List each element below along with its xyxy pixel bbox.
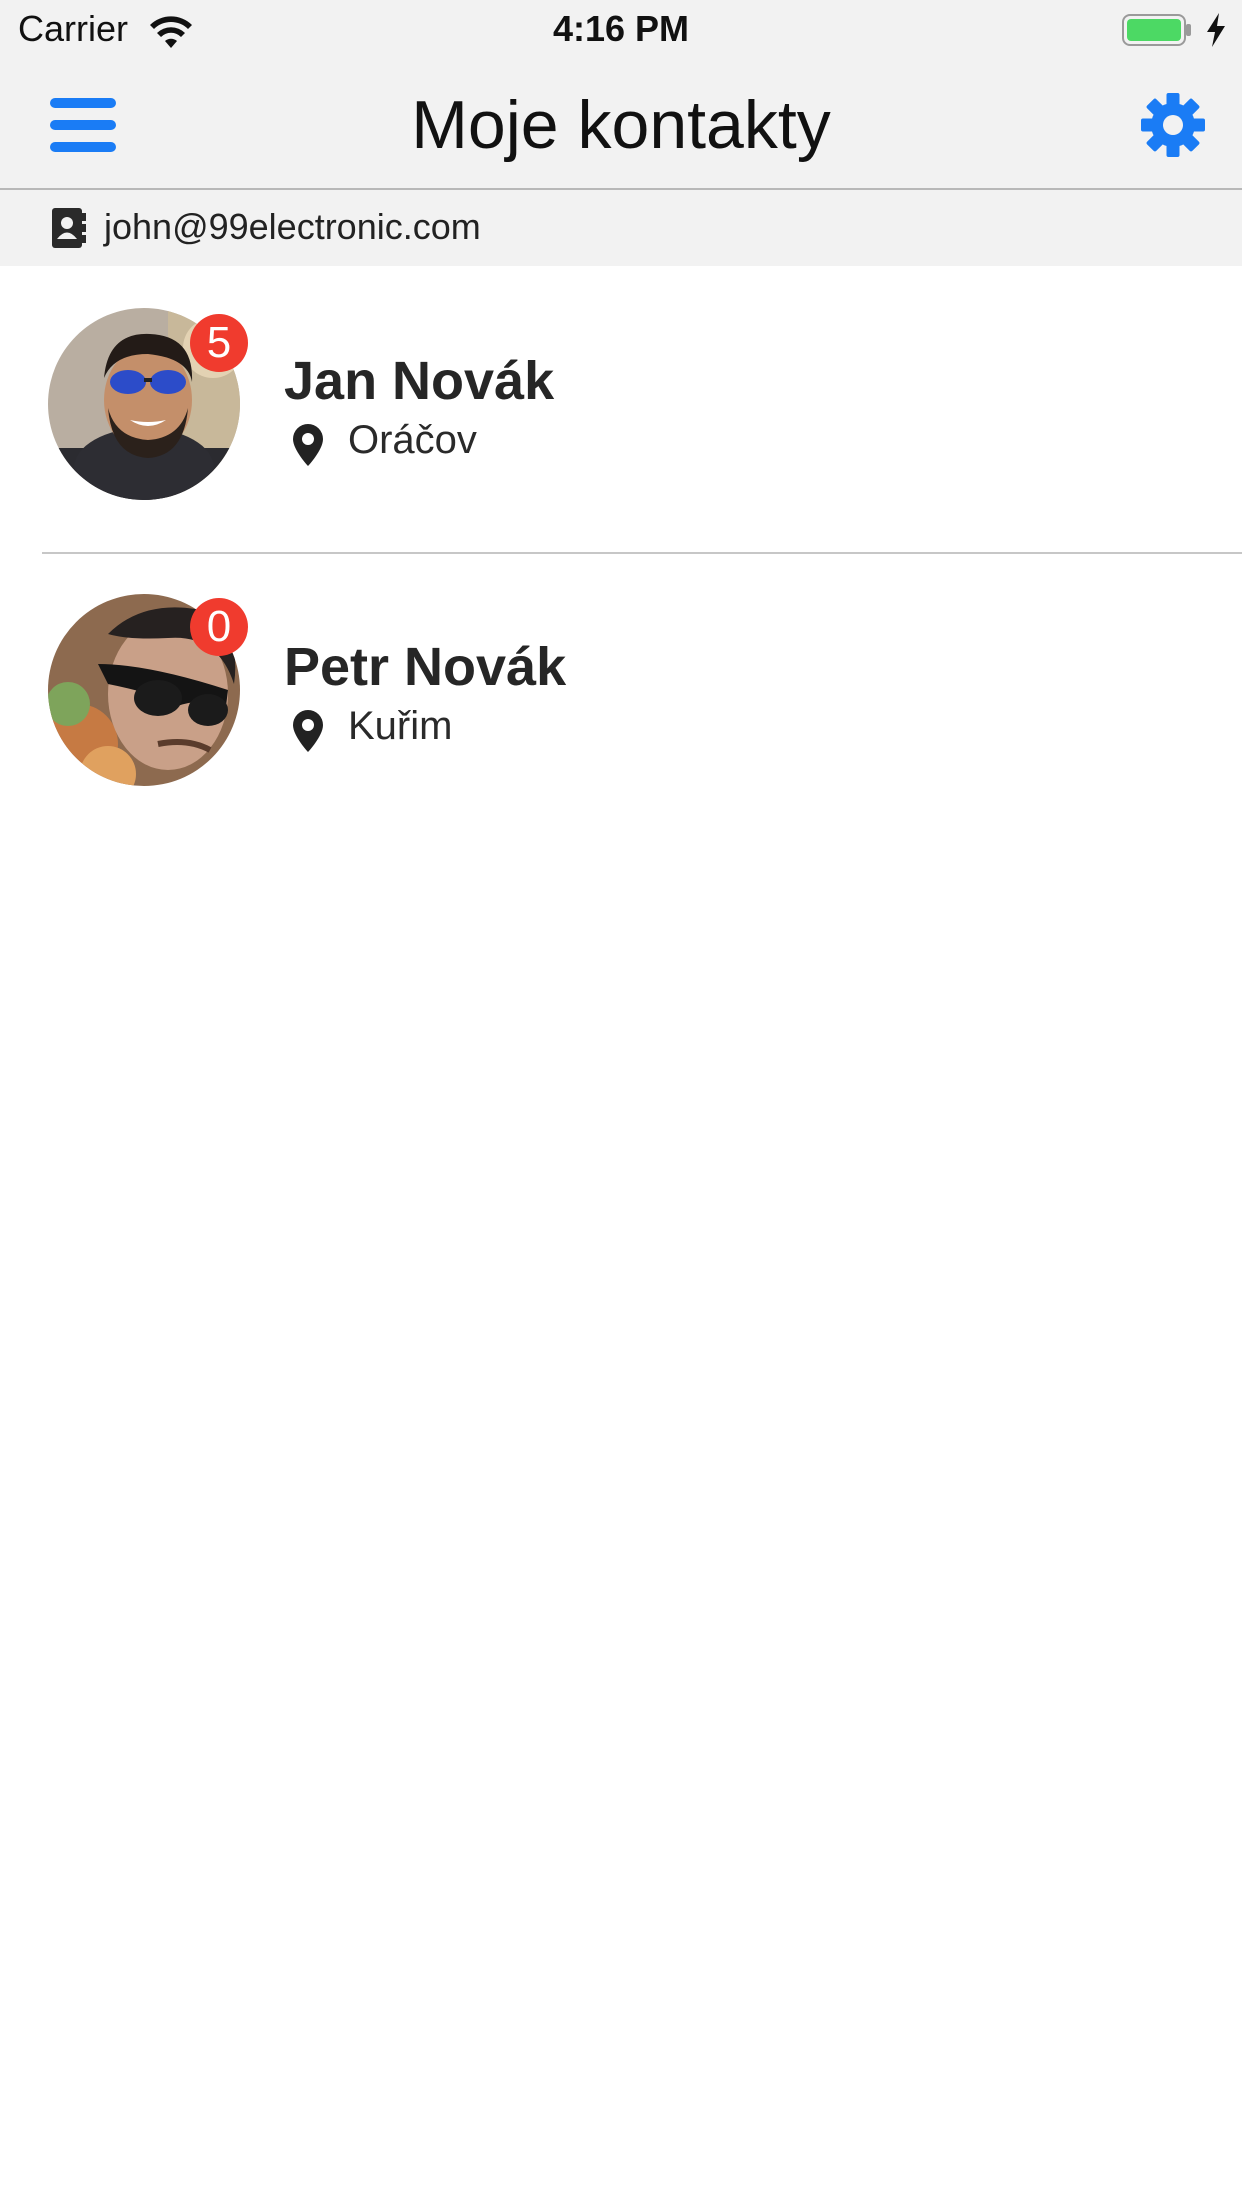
charging-icon — [1207, 13, 1225, 47]
page-title: Moje kontakty — [411, 87, 831, 163]
contact-name: Jan Novák — [284, 351, 555, 411]
status-bar: Carrier 4:16 PM — [0, 0, 1242, 62]
map-pin-icon — [293, 424, 323, 466]
battery-icon — [1122, 14, 1191, 46]
account-email: john@99electronic.com — [104, 206, 481, 247]
gear-icon[interactable] — [1140, 92, 1206, 158]
unread-badge: 5 — [190, 314, 248, 372]
contact-row[interactable]: 0 Petr Novák Kuřim — [0, 554, 1242, 838]
map-pin-icon — [293, 710, 323, 752]
contact-row[interactable]: 5 Jan Novák Oráčov — [0, 266, 1242, 550]
contact-location: Oráčov — [348, 418, 477, 462]
contact-location: Kuřim — [348, 704, 453, 748]
status-time: 4:16 PM — [552, 8, 690, 49]
unread-badge: 0 — [190, 598, 248, 656]
contact-name: Petr Novák — [284, 637, 567, 697]
account-strip: john@99electronic.com — [0, 190, 1242, 266]
contacts-book-icon — [52, 208, 86, 248]
nav-bar: Moje kontakty — [0, 62, 1242, 190]
